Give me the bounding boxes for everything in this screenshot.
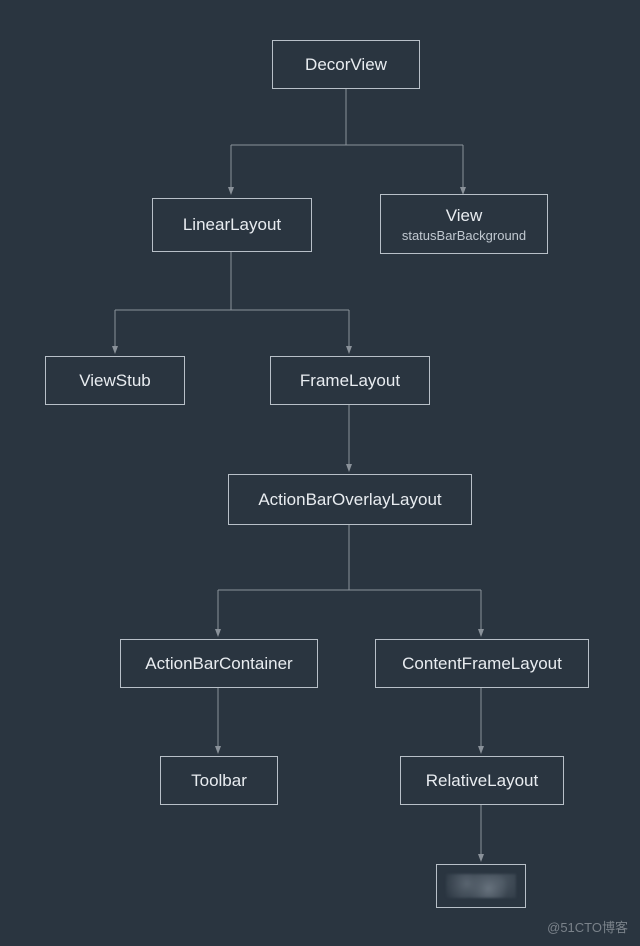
node-decorview: DecorView [272, 40, 420, 89]
node-label: ActionBarOverlayLayout [258, 490, 441, 510]
node-label: ViewStub [79, 371, 151, 391]
node-actionbaroverlay: ActionBarOverlayLayout [228, 474, 472, 525]
node-contentframe: ContentFrameLayout [375, 639, 589, 688]
node-label: ContentFrameLayout [402, 654, 562, 674]
node-linearlayout: LinearLayout [152, 198, 312, 252]
node-viewstub: ViewStub [45, 356, 185, 405]
node-view-statusbar: View statusBarBackground [380, 194, 548, 254]
node-label: LinearLayout [183, 215, 281, 235]
node-toolbar: Toolbar [160, 756, 278, 805]
node-label: Toolbar [191, 771, 247, 791]
node-relativelayout: RelativeLayout [400, 756, 564, 805]
node-actionbarcontainer: ActionBarContainer [120, 639, 318, 688]
node-obscured [436, 864, 526, 908]
node-framelayout: FrameLayout [270, 356, 430, 405]
node-subtitle: statusBarBackground [402, 228, 526, 243]
node-label: View [446, 206, 483, 226]
watermark-text: @51CTO博客 [547, 917, 628, 936]
node-label: ActionBarContainer [145, 654, 292, 674]
node-label: RelativeLayout [426, 771, 538, 791]
node-label: DecorView [305, 55, 387, 75]
node-label: FrameLayout [300, 371, 400, 391]
